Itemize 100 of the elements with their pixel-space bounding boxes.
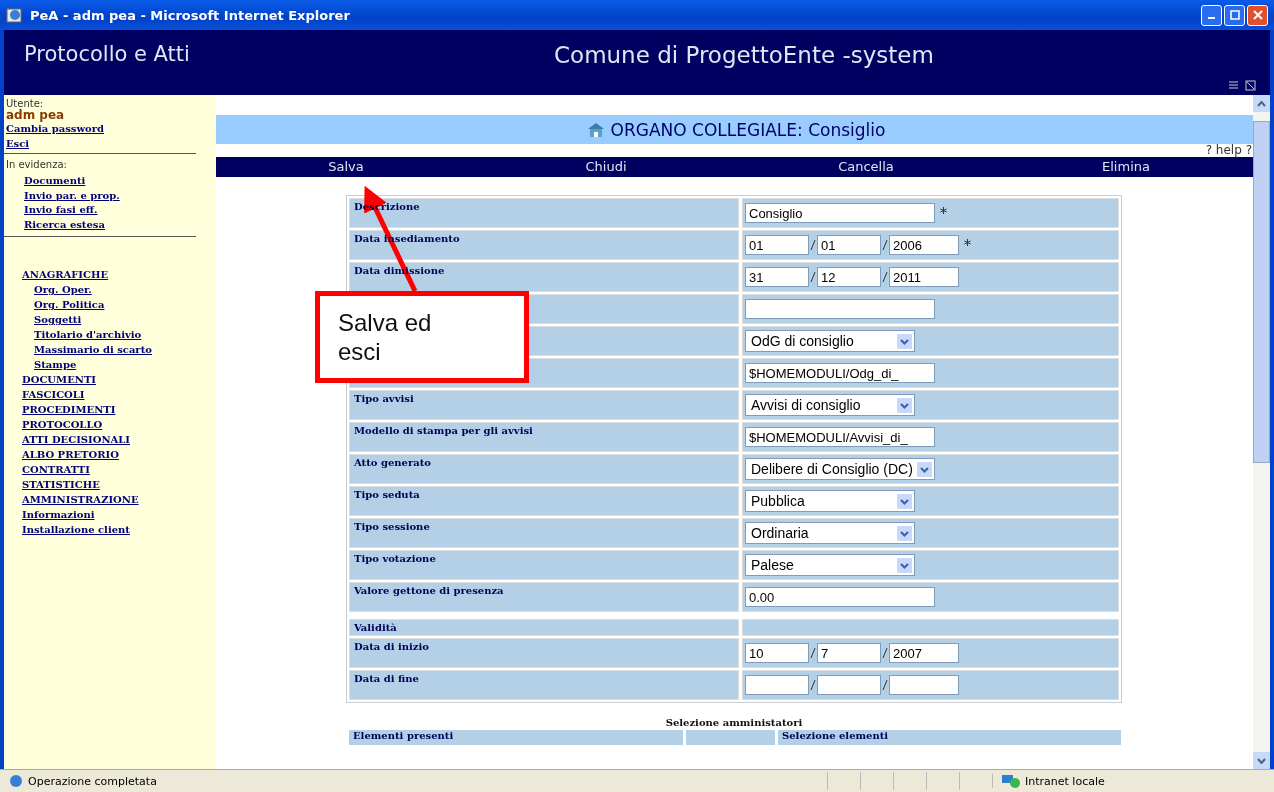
building-icon bbox=[586, 121, 605, 138]
menu-link[interactable]: PROCEDIMENTI bbox=[22, 402, 116, 417]
help-link[interactable]: ? help ? bbox=[1205, 144, 1252, 157]
status-message: Operazione completata bbox=[28, 774, 158, 788]
submenu-link[interactable]: Soggetti bbox=[34, 312, 82, 327]
dropdown[interactable]: Avvisi di consiglio bbox=[745, 394, 915, 416]
field-label: Tipo avvisi bbox=[354, 393, 414, 404]
slash-icon bbox=[810, 680, 816, 690]
field-label: Tipo sessione bbox=[354, 521, 430, 532]
menu-link[interactable]: CONTRATTI bbox=[22, 462, 90, 477]
highlight-link[interactable]: Documenti bbox=[24, 174, 86, 189]
zone-label: Intranet locale bbox=[1025, 774, 1105, 788]
chevron-down-icon bbox=[916, 461, 932, 477]
user-link[interactable]: Cambia password bbox=[6, 121, 105, 136]
action-link[interactable]: Cancella bbox=[838, 157, 894, 177]
slash-icon bbox=[810, 648, 816, 658]
site-title: Comune di ProgettoEnte -system bbox=[554, 42, 934, 68]
year-field[interactable] bbox=[889, 675, 959, 695]
chevron-down-icon bbox=[897, 493, 912, 509]
day-field[interactable]: 01 bbox=[745, 235, 809, 255]
list-icon[interactable] bbox=[1228, 80, 1239, 91]
minimize-icon bbox=[1208, 17, 1215, 19]
close-button[interactable] bbox=[1247, 4, 1268, 26]
chevron-down-icon bbox=[897, 557, 912, 573]
dropdown[interactable]: OdG di consiglio bbox=[745, 330, 915, 352]
field-label: Data di fine bbox=[354, 673, 419, 684]
menu-link[interactable]: ALBO PRETORIO bbox=[22, 447, 119, 462]
maximize-button[interactable] bbox=[1224, 4, 1245, 26]
page-title: ORGANO COLLEGIALE: Consiglio bbox=[610, 119, 886, 140]
user-label: Utente: bbox=[6, 98, 45, 109]
field-label: Tipo votazione bbox=[354, 553, 436, 564]
field-label: Atto generato bbox=[354, 457, 431, 468]
menu-link[interactable]: Informazioni bbox=[22, 507, 95, 522]
dropdown[interactable]: Ordinaria bbox=[745, 522, 915, 544]
field-label: Tipo seduta bbox=[354, 489, 420, 500]
column-header: Elementi presenti bbox=[349, 730, 683, 745]
section-title: Selezione amministatori bbox=[664, 717, 804, 728]
menu-link[interactable]: STATISTICHE bbox=[22, 477, 100, 492]
minimize-button[interactable] bbox=[1201, 4, 1222, 26]
slash-icon bbox=[882, 272, 888, 282]
dropdown[interactable]: Pubblica bbox=[745, 490, 915, 512]
field-label: Valore gettone di presenza bbox=[354, 585, 504, 596]
chevron-up-icon bbox=[1257, 100, 1266, 107]
chevron-down-icon bbox=[897, 525, 912, 541]
highlight-link[interactable]: Ricerca estesa bbox=[24, 217, 105, 232]
submenu-link[interactable]: Org. Politica bbox=[34, 297, 105, 312]
column-header: Selezione elementi bbox=[778, 730, 1121, 745]
slash-icon bbox=[882, 680, 888, 690]
year-field[interactable]: 2011 bbox=[889, 267, 959, 287]
year-field[interactable]: 2006 bbox=[889, 235, 959, 255]
input-field[interactable]: $HOMEMODULI/Avvisi_di_ bbox=[745, 427, 935, 447]
month-field[interactable]: 12 bbox=[817, 267, 881, 287]
slash-icon bbox=[882, 648, 888, 658]
maximize-icon bbox=[1229, 10, 1240, 20]
submenu-link[interactable]: Titolario d'archivio bbox=[34, 327, 142, 342]
month-field[interactable]: 01 bbox=[817, 235, 881, 255]
highlight-link[interactable]: Invio fasi eff. bbox=[24, 203, 98, 218]
menu-link[interactable]: PROTOCOLLO bbox=[22, 417, 103, 432]
field-label: Modello di stampa per gli avvisi bbox=[354, 425, 533, 436]
action-link[interactable]: Salva bbox=[328, 157, 364, 177]
day-field[interactable] bbox=[745, 675, 809, 695]
scrollbar[interactable] bbox=[1253, 95, 1270, 769]
field-label: Validità bbox=[354, 622, 397, 633]
input-field[interactable]: 0.00 bbox=[745, 587, 935, 607]
action-link[interactable]: Chiudi bbox=[585, 157, 627, 177]
highlight-link[interactable]: Invio par. e prop. bbox=[24, 188, 120, 203]
user-link[interactable]: Esci bbox=[6, 136, 30, 151]
dropdown[interactable]: Delibere di Consiglio (DC) bbox=[745, 458, 935, 480]
network-icon bbox=[1001, 774, 1021, 788]
month-field[interactable] bbox=[817, 675, 881, 695]
menu-link[interactable]: DOCUMENTI bbox=[22, 372, 96, 387]
submenu-link[interactable]: Massimario di scarto bbox=[34, 342, 152, 357]
year-field[interactable]: 2007 bbox=[889, 643, 959, 663]
menu-link[interactable]: AMMINISTRAZIONE bbox=[22, 492, 139, 507]
day-field[interactable]: 31 bbox=[745, 267, 809, 287]
menu-link[interactable]: Installazione client bbox=[22, 522, 130, 537]
section-label: In evidenza: bbox=[6, 159, 68, 170]
slash-icon bbox=[882, 240, 888, 250]
menu-link[interactable]: ANAGRAFICHE bbox=[22, 267, 109, 282]
window-icon[interactable] bbox=[1245, 80, 1256, 91]
page-icon bbox=[8, 774, 24, 788]
input-field[interactable]: Consiglio bbox=[745, 203, 935, 223]
field-label: Data di inizio bbox=[354, 641, 430, 652]
input-field[interactable]: $HOMEMODULI/Odg_di_ bbox=[745, 363, 935, 383]
window-title: PeA - adm pea - Microsoft Internet Explorer bbox=[30, 7, 351, 23]
browser-icon bbox=[6, 6, 24, 24]
menu-link[interactable]: FASCICOLI bbox=[22, 387, 85, 402]
app-title: Protocollo e Atti bbox=[24, 42, 191, 66]
chevron-down-icon bbox=[1257, 757, 1266, 764]
submenu-link[interactable]: Stampe bbox=[34, 357, 77, 372]
user-name: adm pea bbox=[6, 109, 66, 121]
menu-link[interactable]: ATTI DECISIONALI bbox=[22, 432, 131, 447]
month-field[interactable]: 7 bbox=[817, 643, 881, 663]
slash-icon bbox=[810, 240, 816, 250]
dropdown[interactable]: Palese bbox=[745, 554, 915, 576]
day-field[interactable]: 10 bbox=[745, 643, 809, 663]
close-icon bbox=[1252, 10, 1263, 20]
input-field[interactable] bbox=[745, 299, 935, 319]
action-link[interactable]: Elimina bbox=[1102, 157, 1150, 177]
submenu-link[interactable]: Org. Oper. bbox=[34, 282, 92, 297]
